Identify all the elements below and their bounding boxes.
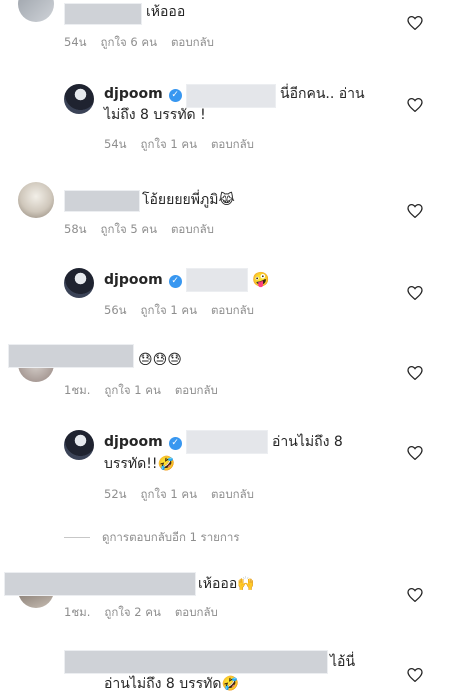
comment-time: 54น: [104, 137, 127, 151]
redacted-username: [64, 3, 142, 25]
comment-time: 56น: [104, 303, 127, 317]
emoji: 🤣: [157, 456, 175, 472]
comment-text-line1: ไอ้นี่: [330, 654, 356, 670]
comment-likes[interactable]: ถูกใจ 1 คน: [104, 383, 160, 397]
comment-body: เห้อออ: [198, 576, 238, 592]
comment-meta: 1ชม. ถูกใจ 2 คน ตอบกลับ: [64, 604, 232, 622]
avatar-djpoom[interactable]: [64, 268, 94, 298]
heart-icon[interactable]: [407, 446, 423, 460]
heart-icon[interactable]: [407, 204, 423, 218]
heart-icon[interactable]: [407, 668, 423, 682]
reply-button[interactable]: ตอบกลับ: [171, 35, 214, 49]
comment-text-line1: นี่อีกคน.. อ่าน: [280, 86, 365, 102]
comment-emoji: 😓😓😓: [138, 352, 182, 368]
comment-meta: 54น ถูกใจ 6 คน ตอบกลับ: [64, 34, 228, 52]
reply-button[interactable]: ตอบกลับ: [211, 303, 254, 317]
comment-text-line2: บรรทัด!!🤣: [104, 454, 175, 474]
comment-text: djpoom ✓: [104, 84, 188, 104]
comment-text: djpoom ✓: [104, 432, 188, 452]
comment-time: 58น: [64, 222, 87, 236]
redacted-mention: [186, 430, 268, 454]
reply-button[interactable]: ตอบกลับ: [211, 487, 254, 501]
username[interactable]: djpoom: [104, 86, 163, 102]
comment-meta: 1ชม. ถูกใจ 1 คน ตอบกลับ: [64, 382, 232, 400]
comment-time: 1ชม.: [64, 383, 91, 397]
comment-likes[interactable]: ถูกใจ 2 คน: [104, 605, 160, 619]
comment-likes[interactable]: ถูกใจ 1 คน: [141, 487, 197, 501]
heart-icon[interactable]: [407, 16, 423, 30]
comment-item: โอ้ยยยยพี่ภูมิ😹 58น ถูกใจ 5 คน ตอบกลับ: [0, 180, 449, 240]
comment-meta: 58น ถูกใจ 5 คน ตอบกลับ: [64, 221, 228, 239]
comment-item: เห้อออ🙌 1ชม. ถูกใจ 2 คน ตอบกลับ: [0, 566, 449, 626]
verified-badge-icon: ✓: [168, 437, 182, 450]
comment-time: 54น: [64, 35, 87, 49]
reply-button[interactable]: ตอบกลับ: [175, 383, 218, 397]
reply-item: ไอ้นี่ อ่านไม่ถึง 8 บรรทัด🤣: [0, 646, 449, 696]
comment-text: djpoom✓(: [104, 270, 193, 290]
redacted-mention: [186, 268, 248, 292]
redacted-username: [64, 650, 328, 674]
avatar[interactable]: [18, 182, 54, 218]
username[interactable]: djpoom: [104, 272, 163, 288]
comment-item: 😓😓😓 1ชม. ถูกใจ 1 คน ตอบกลับ: [0, 342, 449, 402]
redacted-username: [64, 190, 140, 212]
comment-body: โอ้ยยยยพี่ภูมิ: [142, 192, 219, 208]
emoji: 🤪: [252, 272, 270, 288]
comment-time: 1ชม.: [64, 605, 91, 619]
comment-text-line1: อ่านไม่ถึง 8: [272, 434, 343, 450]
emoji: 🤣: [221, 676, 239, 692]
comment-text: เห้อออ🙌: [198, 574, 255, 594]
heart-icon[interactable]: [407, 588, 423, 602]
comment-body: อ่านไม่ถึง 8 บรรทัด: [104, 676, 222, 692]
avatar-djpoom[interactable]: [64, 84, 94, 114]
heart-icon[interactable]: [407, 286, 423, 300]
avatar-djpoom[interactable]: [64, 430, 94, 460]
view-more-replies-button[interactable]: ดูการตอบกลับอีก 1 รายการ: [102, 529, 240, 547]
reply-button[interactable]: ตอบกลับ: [175, 605, 218, 619]
comment-text: เห้อออ: [146, 4, 186, 20]
reply-item: djpoom✓( 🤪 56นถูกใจ 1 คนตอบกลับ: [0, 262, 449, 322]
comment-likes[interactable]: ถูกใจ 6 คน: [101, 35, 157, 49]
comment-item: เห้อออ 54น ถูกใจ 6 คน ตอบกลับ: [0, 0, 449, 60]
reply-button[interactable]: ตอบกลับ: [171, 222, 214, 236]
comment-text: โอ้ยยยยพี่ภูมิ😹: [142, 190, 235, 210]
comment-text-line2: อ่านไม่ถึง 8 บรรทัด🤣: [104, 674, 239, 694]
comment-likes[interactable]: ถูกใจ 5 คน: [101, 222, 157, 236]
comment-body: บรรทัด!!: [104, 456, 158, 472]
comment-meta: 56น ถูกใจ 1 คน ตอบกลับ: [104, 302, 268, 320]
comment-time: 52น: [104, 487, 127, 501]
heart-icon[interactable]: [407, 98, 423, 112]
verified-badge-icon: ✓: [168, 89, 182, 102]
avatar[interactable]: [18, 0, 54, 22]
heart-icon[interactable]: [407, 366, 423, 380]
verified-badge-icon: ✓: [168, 275, 182, 288]
comment-text-line2: ไม่ถึง 8 บรรทัด !: [104, 107, 206, 123]
redacted-username: [4, 572, 196, 596]
reply-item: djpoom ✓ อ่านไม่ถึง 8 บรรทัด!!🤣 52น ถูกใจ …: [0, 426, 449, 506]
emoji: 🙌: [237, 576, 255, 592]
view-replies-divider: [64, 537, 90, 538]
reply-button[interactable]: ตอบกลับ: [211, 137, 254, 151]
redacted-username: [8, 344, 134, 368]
reply-item: djpoom ✓ นี่อีกคน.. อ่าน ไม่ถึง 8 บรรทัด …: [0, 80, 449, 160]
comment-likes[interactable]: ถูกใจ 1 คน: [141, 137, 197, 151]
comment-likes[interactable]: ถูกใจ 1 คน: [141, 303, 197, 317]
username[interactable]: djpoom: [104, 434, 163, 450]
comment-meta: 54น ถูกใจ 1 คน ตอบกลับ: [104, 136, 268, 154]
comment-meta: 52น ถูกใจ 1 คน ตอบกลับ: [104, 486, 268, 504]
emoji: 😹: [218, 192, 235, 208]
